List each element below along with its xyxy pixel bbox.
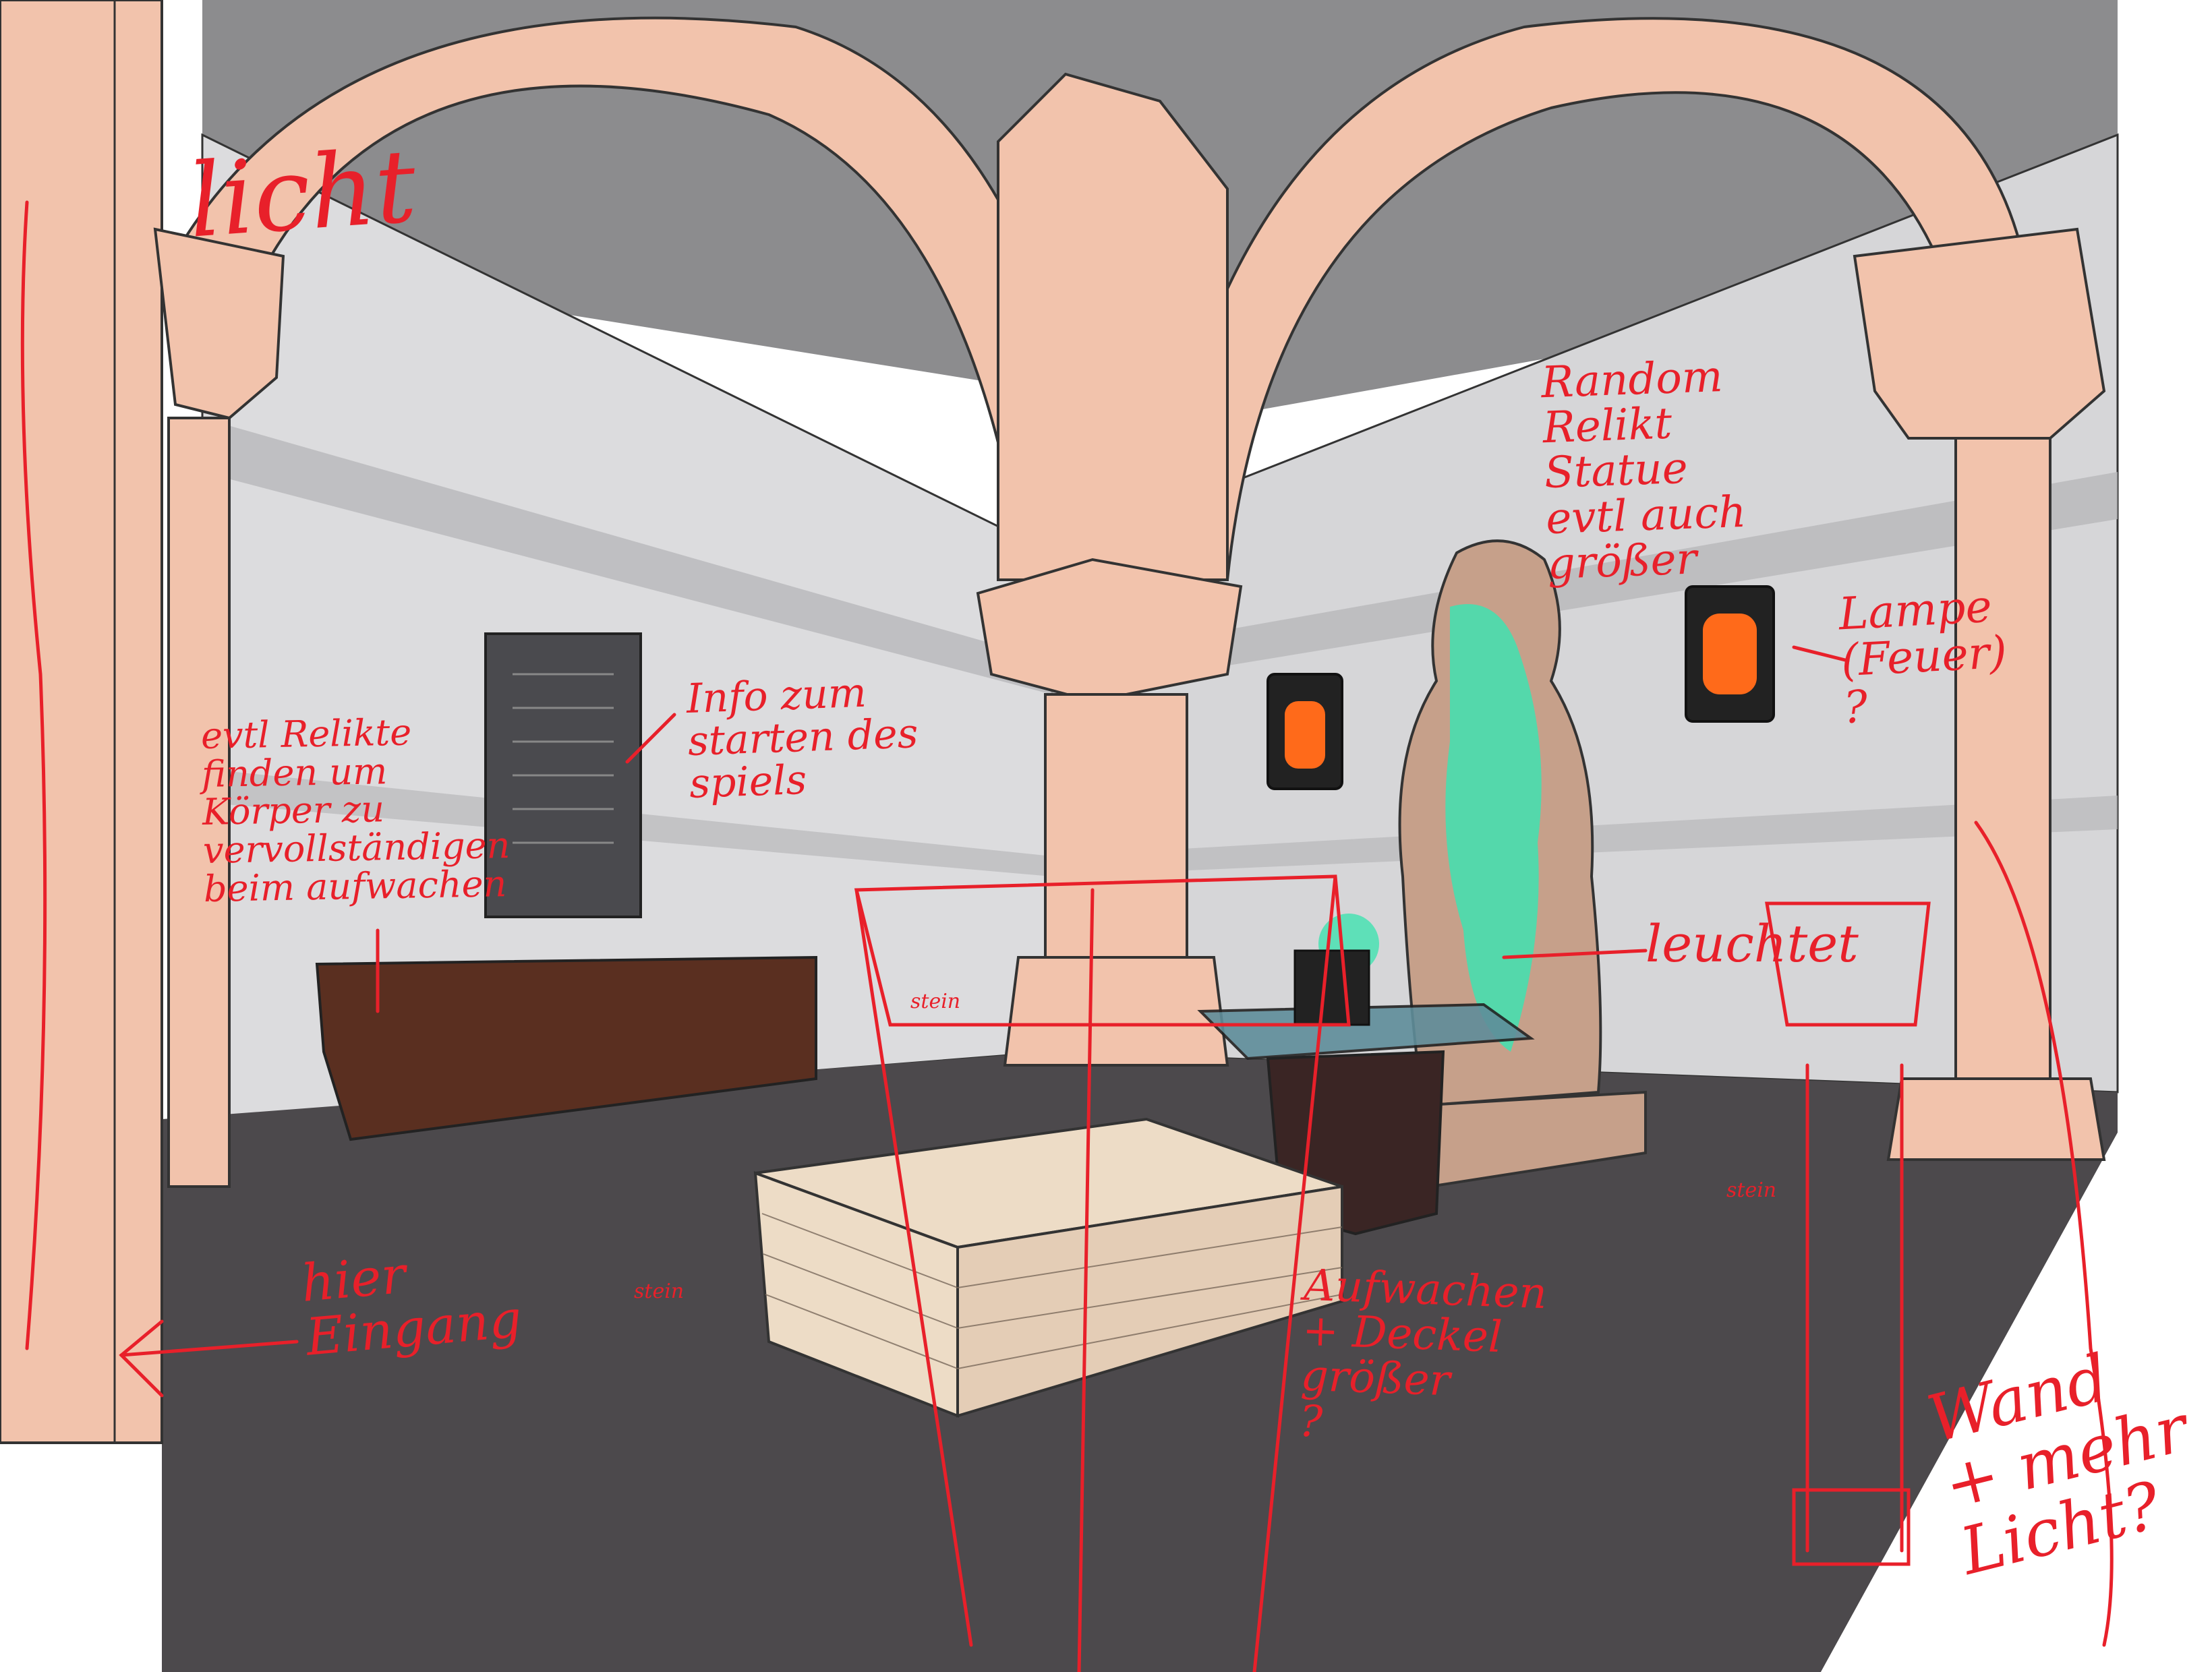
left-lamp-fire [1285,701,1325,769]
central-pillar-top [997,72,1229,581]
note-aufwachen-line-3: größer [1300,1351,1451,1406]
central-pillar-shaft [1044,693,1188,965]
central-pillar-base [1003,956,1229,1067]
note-random-line-2: Relikt [1542,398,1673,454]
note-stein: stein [634,1280,685,1303]
left-pillar [0,0,163,1444]
note-aufwachen-line-4: ? [1298,1396,1324,1447]
central-pillar-capital [976,558,1243,703]
note-random-relikt-statue: Random Relikt Statue evtl auch größer [1540,351,1749,589]
note-relikte-line-2: finden um [201,749,388,796]
note-relikte-line-1: evtl Relikte [200,711,412,757]
right-lamp-fire [1703,614,1757,694]
note-info-line-2: starten des [687,710,919,765]
note-leuchtet: leuchtet [1646,914,1859,974]
note-licht: licht [185,127,420,261]
note-relikte-line-5: beim aufwachen [203,862,507,910]
note-info-start: Info zum starten des spiels [686,669,921,808]
note-info-line-3: spiels [689,756,808,808]
note-random-line-4: evtl auch [1545,487,1747,544]
note-lampe: Lampe (Feuer) ? [1838,580,2010,734]
note-aufwachen: Aufwachen + Deckel größer ? [1298,1261,1548,1453]
note-lampe-line-2: (Feuer) [1840,626,2008,687]
note-stein: stein [1726,1178,1777,1202]
right-capital [1853,227,2106,440]
right-side-pillar [1954,437,2051,1121]
note-random-line-1: Random [1540,351,1724,409]
note-random-line-5: größer [1546,534,1698,589]
relic-pedestal [1293,949,1370,1026]
note-relikte: evtl Relikte finden um Körper zu vervoll… [200,711,511,910]
note-stein: stein [910,990,961,1013]
note-eingang: hier Eingang [299,1238,524,1367]
